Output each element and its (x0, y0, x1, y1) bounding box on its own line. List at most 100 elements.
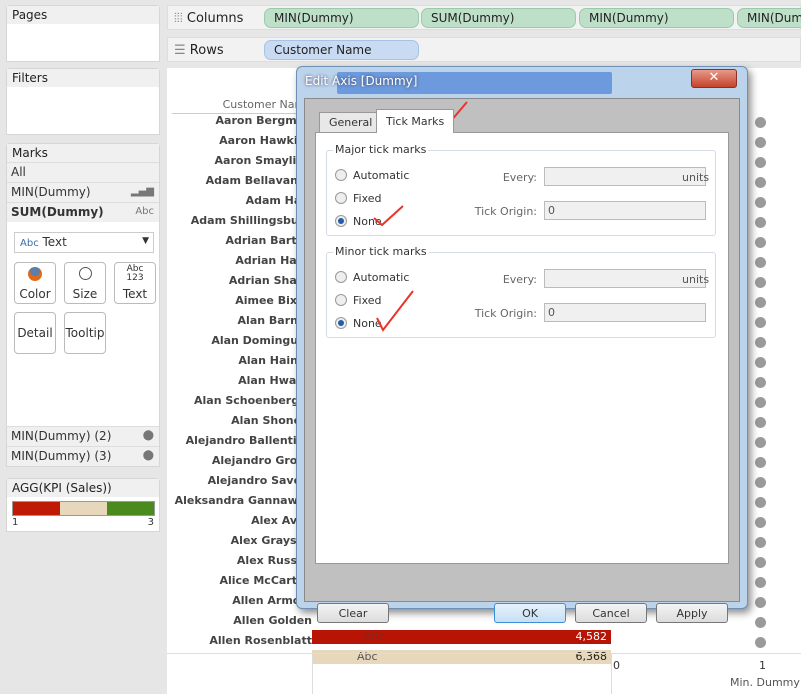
minor-origin-input[interactable]: 0 (544, 303, 706, 322)
customer-name-header[interactable]: Customer Name (172, 98, 312, 111)
apply-button[interactable]: Apply (656, 603, 728, 623)
customer-name-label[interactable]: Alan Hwang (172, 374, 312, 387)
customer-name-label[interactable]: Aimee Bixby (172, 294, 312, 307)
customer-name-label[interactable]: Alejandro Ballentine (172, 434, 312, 447)
minor-tick-group: Minor tick marks Automatic Fixed None Ev… (326, 245, 716, 338)
text-button[interactable]: Abc 123 Text (114, 262, 156, 304)
pages-card[interactable]: Pages (6, 5, 160, 62)
customer-name-label[interactable]: Alan Shonely (172, 414, 312, 427)
marks-sum-dummy[interactable]: SUM(Dummy) Abc (7, 202, 159, 222)
color-button[interactable]: Color (14, 262, 56, 304)
columns-icon: ⦙⦙⦙ (174, 11, 183, 26)
min-dummy-dot[interactable] (755, 297, 766, 308)
major-automatic-radio[interactable]: Automatic (335, 169, 409, 182)
min-dummy-dot[interactable] (755, 517, 766, 528)
major-none-radio[interactable]: None (335, 215, 382, 228)
min-dummy-dot[interactable] (755, 577, 766, 588)
minor-none-radio[interactable]: None (335, 317, 382, 330)
customer-name-label[interactable]: Aaron Bergman (172, 114, 312, 127)
size-button[interactable]: Size (64, 262, 106, 304)
columns-shelf[interactable]: ⦙⦙⦙ Columns MIN(Dummy) SUM(Dummy) MIN(Du… (167, 5, 801, 30)
clear-button[interactable]: Clear (317, 603, 389, 623)
min-dummy-dot[interactable] (755, 377, 766, 388)
radio-label: None (353, 215, 382, 228)
customer-name-label[interactable]: Alan Dominguez (172, 334, 312, 347)
customer-name-label[interactable]: Alan Schoenberger (172, 394, 312, 407)
axis-title[interactable]: Min. Dummy (730, 676, 800, 689)
customer-name-label[interactable]: Alice McCarthy (172, 574, 312, 587)
customer-name-label[interactable]: Alejandro Savely (172, 474, 312, 487)
customer-name-label[interactable]: Aaron Hawkins (172, 134, 312, 147)
major-origin-input[interactable]: 0 (544, 201, 706, 220)
marks-min-dummy-3[interactable]: MIN(Dummy) (3) ⬤ (7, 446, 159, 466)
min-dummy-dot[interactable] (755, 217, 766, 228)
min-dummy-dot[interactable] (755, 237, 766, 248)
column-pill[interactable]: MIN(Dummy) (579, 8, 734, 28)
min-dummy-dot[interactable] (755, 537, 766, 548)
min-dummy-dot[interactable] (755, 317, 766, 328)
customer-name-label[interactable]: Allen Golden (172, 614, 312, 627)
column-pill[interactable]: MIN(Dummy) (264, 8, 419, 28)
customer-name-label[interactable]: Adam Shillingsburg (172, 214, 312, 227)
tooltip-button[interactable]: Tooltip (64, 312, 106, 354)
customer-name-label[interactable]: Adam Bellavance (172, 174, 312, 187)
marks-min-dummy-2[interactable]: MIN(Dummy) (2) ⬤ (7, 426, 159, 446)
min-dummy-dot[interactable] (755, 277, 766, 288)
column-pill[interactable]: SUM(Dummy) (421, 8, 576, 28)
min-dummy-dot[interactable] (755, 457, 766, 468)
mark-type-select[interactable]: Abc Text ▼ (14, 232, 154, 253)
marks-all[interactable]: All (7, 162, 159, 182)
min-dummy-dot[interactable] (755, 257, 766, 268)
ok-button[interactable]: OK (494, 603, 566, 623)
tab-tick-marks[interactable]: Tick Marks (376, 109, 455, 133)
detail-button[interactable]: Detail (14, 312, 56, 354)
customer-name-label[interactable]: Alan Barnes (172, 314, 312, 327)
filters-card[interactable]: Filters (6, 68, 160, 135)
rows-shelf[interactable]: ☰ Rows Customer Name (167, 37, 801, 62)
close-button[interactable]: ✕ (691, 69, 737, 88)
rows-label: ☰ Rows (174, 43, 224, 58)
customer-name-label[interactable]: Adrian Barton (172, 234, 312, 247)
min-dummy-dot[interactable] (755, 557, 766, 568)
customer-name-label[interactable]: Adam Hart (172, 194, 312, 207)
min-dummy-dot[interactable] (755, 597, 766, 608)
customer-name-label[interactable]: Alex Grayson (172, 534, 312, 547)
row-pill[interactable]: Customer Name (264, 40, 419, 60)
min-dummy-dot[interactable] (755, 357, 766, 368)
min-dummy-dot[interactable] (755, 337, 766, 348)
tab-general[interactable]: General (319, 112, 383, 132)
customer-name-label[interactable]: Adrian Shami (172, 274, 312, 287)
min-dummy-dot[interactable] (755, 417, 766, 428)
min-dummy-dot[interactable] (755, 177, 766, 188)
min-dummy-dot[interactable] (755, 497, 766, 508)
customer-name-label[interactable]: Alex Avila (172, 514, 312, 527)
minor-automatic-radio[interactable]: Automatic (335, 271, 409, 284)
text-abc-icon: Abc (135, 206, 154, 217)
customer-name-label[interactable]: Allen Armold (172, 594, 312, 607)
bar-value: 4,582 (575, 630, 608, 643)
major-fixed-radio[interactable]: Fixed (335, 192, 382, 205)
customer-name-label[interactable]: Alan Haines (172, 354, 312, 367)
min-dummy-dot[interactable] (755, 117, 766, 128)
min-dummy-dot[interactable] (755, 397, 766, 408)
customer-name-label[interactable]: Adrian Hane (172, 254, 312, 267)
min-dummy-dot[interactable] (755, 157, 766, 168)
minor-fixed-radio[interactable]: Fixed (335, 294, 382, 307)
kpi-legend[interactable]: AGG(KPI (Sales)) 1 3 (6, 478, 160, 532)
min-dummy-dot[interactable] (755, 637, 766, 648)
min-dummy-dot[interactable] (755, 617, 766, 628)
marks-min-dummy[interactable]: MIN(Dummy) ▂▄▆ (7, 182, 159, 202)
customer-name-label[interactable]: Aaron Smayling (172, 154, 312, 167)
min-dummy-dot[interactable] (755, 437, 766, 448)
customer-name-label[interactable]: Allen Rosenblatt (172, 634, 312, 647)
customer-name-label[interactable]: Alex Russell (172, 554, 312, 567)
customer-name-label[interactable]: Aleksandra Gannaway (172, 494, 312, 507)
cancel-button[interactable]: Cancel (575, 603, 647, 623)
customer-name-label[interactable]: Alejandro Grove (172, 454, 312, 467)
min-dummy-dot[interactable] (755, 477, 766, 488)
color-icon (28, 267, 42, 281)
bar-allen-golden[interactable]: Abc 4,582 (312, 630, 611, 644)
column-pill[interactable]: MIN(Dummy) (737, 8, 801, 28)
min-dummy-dot[interactable] (755, 197, 766, 208)
min-dummy-dot[interactable] (755, 137, 766, 148)
